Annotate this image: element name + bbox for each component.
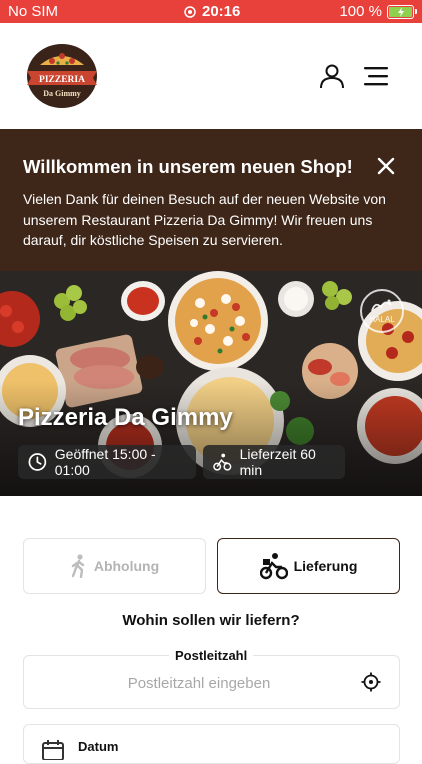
delivery-label: Lieferung — [293, 558, 358, 574]
clock: 20:16 — [184, 3, 240, 20]
banner-title: Willkommen in unserem neuen Shop! — [23, 156, 353, 177]
site-header: PIZZERIA Da Gimmy — [0, 23, 422, 129]
battery-percent: 100 % — [339, 3, 382, 20]
locate-crosshair-icon[interactable] — [361, 672, 381, 692]
status-bar: No SIM 20:16 100 % — [0, 0, 422, 23]
bicycle-courier-icon — [213, 453, 232, 471]
delivery-toggle-button[interactable]: Lieferung — [217, 538, 400, 594]
pickup-label: Abholung — [93, 558, 160, 574]
hamburger-menu-icon[interactable] — [364, 66, 388, 86]
halal-emblem-icon — [371, 299, 392, 312]
logo-bottom-text: Da Gimmy — [43, 89, 81, 98]
battery-status: 100 % — [339, 3, 417, 20]
halal-badge-text: HALAL — [369, 315, 395, 324]
halal-badge: HALAL — [360, 289, 404, 333]
postal-code-label: Postleitzahl — [169, 648, 254, 663]
delivery-question: Wohin sollen wir liefern? — [122, 612, 300, 629]
screen-record-icon — [184, 5, 196, 18]
hero-section: HALAL Pizzeria Da Gimmy Geöffnet 15:00 -… — [0, 271, 422, 496]
bicycle-courier-icon — [259, 553, 288, 580]
logo-top-text: PIZZERIA — [39, 75, 85, 85]
welcome-banner: Willkommen in unserem neuen Shop! Vielen… — [0, 129, 422, 271]
carrier-label: No SIM — [8, 3, 59, 20]
pickup-toggle-button[interactable]: Abholung — [23, 538, 206, 594]
clock-icon — [28, 453, 47, 471]
restaurant-name: Pizzeria Da Gimmy — [18, 404, 233, 431]
calendar-icon — [42, 740, 64, 760]
battery-icon — [387, 4, 417, 19]
pizzeria-logo[interactable]: PIZZERIA Da Gimmy — [26, 43, 98, 109]
delivery-time-pill: Lieferzeit 60 min — [203, 445, 345, 479]
banner-text: Vielen Dank für deinen Besuch auf der ne… — [23, 191, 386, 248]
postal-code-field: Postleitzahl — [23, 648, 400, 709]
walking-person-icon — [71, 554, 85, 578]
date-field[interactable]: Datum — [23, 724, 400, 764]
date-label: Datum — [78, 739, 119, 754]
opening-hours-text: Geöffnet 15:00 - 01:00 — [54, 446, 156, 478]
postal-code-input[interactable] — [34, 675, 364, 692]
time-label: 20:16 — [202, 3, 241, 20]
user-account-icon[interactable] — [319, 63, 345, 89]
delivery-time-text: Lieferzeit 60 min — [239, 446, 316, 478]
close-icon[interactable] — [376, 156, 396, 176]
opening-hours-pill: Geöffnet 15:00 - 01:00 — [18, 445, 196, 479]
